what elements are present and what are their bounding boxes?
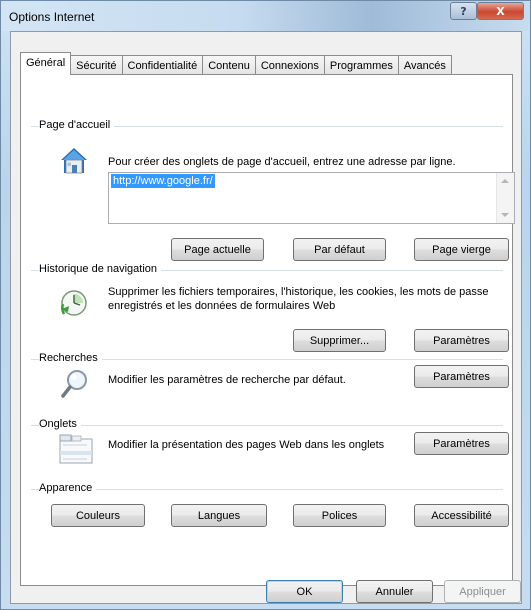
ok-button[interactable]: OK — [266, 580, 343, 603]
tab-connections[interactable]: Connexions — [254, 55, 325, 75]
scroll-up-arrow-icon[interactable] — [501, 179, 509, 183]
title-bar[interactable]: Options Internet ? X — [1, 1, 530, 31]
group-divider — [31, 425, 503, 426]
help-button[interactable]: ? — [450, 2, 477, 20]
accessibility-button[interactable]: Accessibilité — [414, 504, 509, 527]
languages-button[interactable]: Langues — [171, 504, 267, 527]
cancel-button[interactable]: Annuler — [356, 580, 433, 603]
scroll-down-arrow-icon[interactable] — [501, 213, 509, 217]
apply-button[interactable]: Appliquer — [444, 580, 521, 603]
search-settings-button[interactable]: Paramètres — [414, 365, 509, 388]
tabs-settings-button[interactable]: Paramètres — [414, 432, 509, 455]
url-scrollbar[interactable] — [496, 173, 514, 223]
house-icon — [59, 146, 89, 179]
homepage-group-label: Page d'accueil — [39, 119, 115, 131]
group-divider — [31, 359, 503, 360]
tab-security[interactable]: Sécurité — [70, 55, 123, 75]
tabs-description: Modifier la présentation des pages Web d… — [108, 439, 385, 451]
history-description-line1: Supprimer les fichiers temporaires, l'hi… — [108, 286, 489, 298]
homepage-url-textarea[interactable]: http://www.google.fr/ — [108, 172, 515, 224]
current-page-button[interactable]: Page actuelle — [171, 238, 264, 261]
tab-strip: Général Sécurité Confidentialité Contenu… — [20, 52, 452, 75]
close-button[interactable]: X — [477, 2, 524, 20]
appearance-group-label: Apparence — [39, 482, 97, 494]
tabbed-window-icon — [59, 433, 93, 468]
dialog-client: Général Sécurité Confidentialité Contenu… — [10, 31, 522, 604]
options-dialog: Options Internet ? X Général Sécurité Co… — [0, 0, 531, 610]
blank-page-button[interactable]: Page vierge — [414, 238, 509, 261]
history-description-line2: enregistrés et les données de formulaire… — [108, 300, 336, 312]
window-title: Options Internet — [9, 10, 95, 24]
history-group-label: Historique de navigation — [39, 263, 162, 275]
general-panel: Page d'accueil Pour créer des onglets de… — [20, 74, 515, 586]
homepage-url-value[interactable]: http://www.google.fr/ — [111, 174, 215, 188]
tab-general[interactable]: Général — [20, 52, 72, 75]
magnifier-icon — [59, 368, 91, 403]
tab-privacy[interactable]: Confidentialité — [121, 55, 204, 75]
group-divider — [31, 489, 503, 490]
colors-button[interactable]: Couleurs — [51, 504, 145, 527]
search-group-label: Recherches — [39, 352, 102, 364]
tabs-group-label: Onglets — [39, 418, 81, 430]
homepage-description: Pour créer des onglets de page d'accueil… — [108, 156, 456, 168]
default-page-button[interactable]: Par défaut — [293, 238, 386, 261]
history-clock-icon — [59, 287, 91, 322]
tab-programs[interactable]: Programmes — [323, 55, 399, 75]
fonts-button[interactable]: Polices — [293, 504, 386, 527]
tab-advanced[interactable]: Avancés — [397, 55, 452, 75]
tab-content[interactable]: Contenu — [202, 55, 256, 75]
delete-history-button[interactable]: Supprimer... — [293, 329, 386, 352]
search-description: Modifier les paramètres de recherche par… — [108, 374, 346, 386]
history-settings-button[interactable]: Paramètres — [414, 329, 509, 352]
